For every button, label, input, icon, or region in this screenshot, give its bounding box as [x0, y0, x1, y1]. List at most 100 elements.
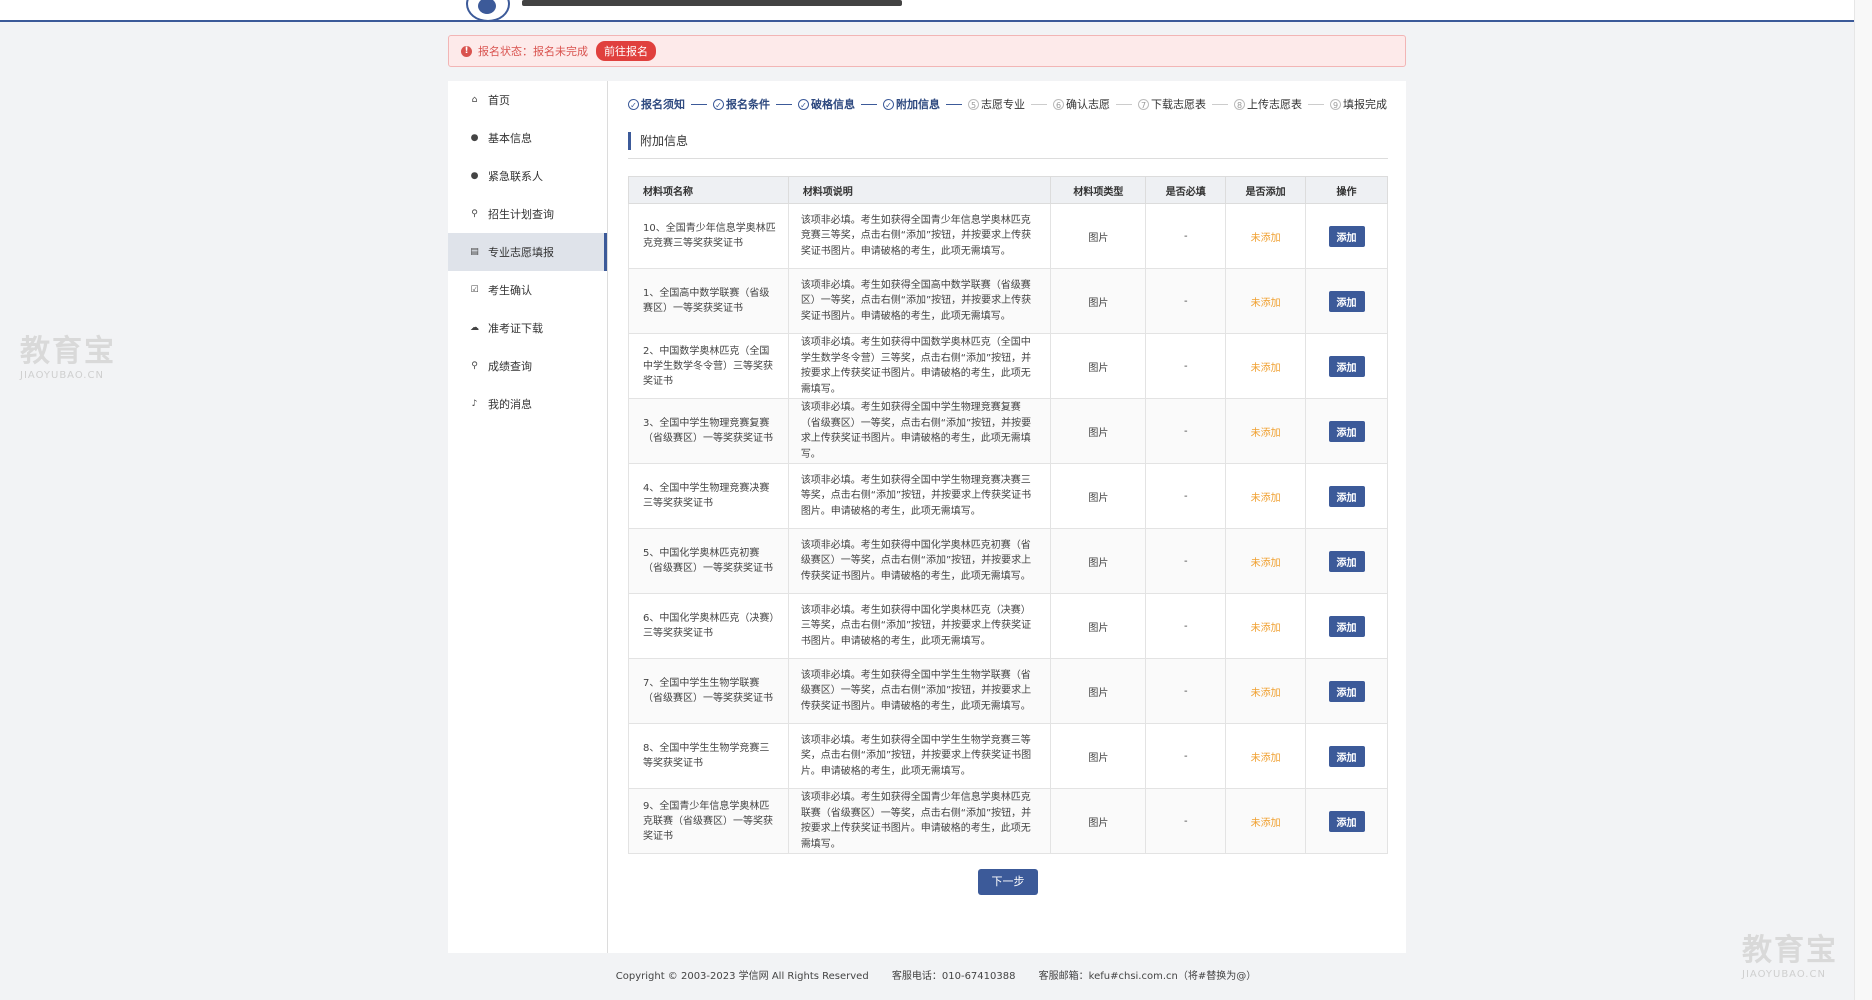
- go-register-button[interactable]: 前往报名: [596, 41, 656, 61]
- material-name-cell: 3、全国中学生物理竞赛复赛（省级赛区）一等奖获奖证书: [628, 398, 789, 464]
- check-circle-icon: ✓: [798, 98, 809, 110]
- add-button[interactable]: 添加: [1328, 615, 1365, 637]
- copyright-text: Copyright © 2003-2023 学信网 All Rights Res…: [615, 971, 869, 982]
- progress-step-label: 附加信息: [896, 98, 940, 111]
- material-type-cell: 图片: [1050, 463, 1147, 529]
- add-button[interactable]: 添加: [1328, 550, 1365, 572]
- site-title-cropped: [522, 0, 902, 6]
- required-cell: -: [1145, 268, 1227, 334]
- added-status-cell: 未添加: [1225, 528, 1307, 594]
- sidebar-item[interactable]: ⌂ 首页: [448, 81, 607, 119]
- scrollbar[interactable]: [1854, 0, 1872, 1000]
- search-icon: ⚲: [471, 209, 478, 219]
- sidebar-item[interactable]: ☑ 考生确认: [448, 271, 607, 309]
- table-row: 2、中国数学奥林匹克（全国中学生数学冬令营）三等奖获奖证书 该项非必填。考生如获得…: [628, 333, 1388, 399]
- material-desc-cell: 该项非必填。考生如获得中国化学奥林匹克（决赛）三等奖，点击右侧“添加”按钮，并按…: [787, 593, 1052, 659]
- section-title: 附加信息: [628, 132, 688, 150]
- add-button[interactable]: 添加: [1328, 810, 1365, 832]
- add-button[interactable]: 添加: [1328, 290, 1365, 312]
- material-type-cell: 图片: [1050, 203, 1147, 269]
- add-button[interactable]: 添加: [1328, 225, 1365, 247]
- sidebar-item-label: 招生计划查询: [488, 208, 554, 221]
- step-connector: [1031, 103, 1047, 105]
- action-cell: 添加: [1305, 398, 1388, 464]
- added-status-cell: 未添加: [1225, 268, 1307, 334]
- material-desc-cell: 该项非必填。考生如获得全国青少年信息学奥林匹克联赛（省级赛区）一等奖，点击右侧“…: [787, 788, 1052, 854]
- action-cell: 添加: [1305, 723, 1388, 789]
- progress-step: 8 上传志愿表: [1234, 96, 1330, 112]
- registration-status-alert: ! 报名状态：报名未完成 前往报名: [448, 35, 1406, 67]
- material-type-cell: 图片: [1050, 723, 1147, 789]
- watermark-subtext: JIAOYUBAO.CN: [1742, 969, 1826, 980]
- search-icon: ⚲: [471, 361, 478, 371]
- added-status-cell: 未添加: [1225, 203, 1307, 269]
- step-connector: [861, 103, 877, 105]
- sidebar-item[interactable]: ▤ 专业志愿填报: [448, 233, 607, 271]
- progress-step: 9 填报完成: [1330, 96, 1387, 112]
- table-row: 1、全国高中数学联赛（省级赛区）一等奖获奖证书 该项非必填。考生如获得全国高中数学…: [628, 268, 1388, 334]
- add-button[interactable]: 添加: [1328, 355, 1365, 377]
- action-cell: 添加: [1305, 788, 1388, 854]
- progress-step-label: 下载志愿表: [1151, 98, 1206, 111]
- col-header-action: 操作: [1305, 176, 1388, 204]
- check-circle-icon: ✓: [628, 98, 639, 110]
- check-circle-icon: ✓: [713, 98, 724, 110]
- status-text: 未添加: [1250, 752, 1281, 764]
- material-type-cell: 图片: [1050, 333, 1147, 399]
- added-status-cell: 未添加: [1225, 463, 1307, 529]
- divider: [628, 158, 1388, 159]
- step-connector: [691, 103, 707, 105]
- material-name-cell: 2、中国数学奥林匹克（全国中学生数学冬令营）三等奖获奖证书: [628, 333, 789, 399]
- status-text: 未添加: [1250, 622, 1281, 634]
- progress-step: 6 确认志愿: [1053, 96, 1138, 112]
- service-email: 客服邮箱：kefu#chsi.com.cn（将#替换为@）: [1038, 971, 1257, 982]
- step-connector: [1116, 103, 1132, 105]
- status-text: 未添加: [1250, 232, 1281, 244]
- material-desc-cell: 该项非必填。考生如获得全国青少年信息学奥林匹克竞赛三等奖，点击右侧“添加”按钮，…: [787, 203, 1052, 269]
- sidebar-item[interactable]: ☁ 准考证下载: [448, 309, 607, 347]
- watermark-text: 教育宝: [20, 334, 116, 369]
- progress-step: 7 下载志愿表: [1138, 96, 1234, 112]
- sidebar-item[interactable]: ⚲ 成绩查询: [448, 347, 607, 385]
- step-number-icon: 7: [1138, 98, 1149, 110]
- registration-status-text: 报名状态：报名未完成: [478, 45, 588, 58]
- material-name-cell: 6、中国化学奥林匹克（决赛）三等奖获奖证书: [628, 593, 789, 659]
- table-row: 3、全国中学生物理竞赛复赛（省级赛区）一等奖获奖证书 该项非必填。考生如获得全国中…: [628, 398, 1388, 464]
- add-button[interactable]: 添加: [1328, 745, 1365, 767]
- material-name-cell: 4、全国中学生物理竞赛决赛三等奖获奖证书: [628, 463, 789, 529]
- next-step-button[interactable]: 下一步: [978, 869, 1038, 895]
- add-button[interactable]: 添加: [1328, 680, 1365, 702]
- step-connector: [1212, 103, 1228, 105]
- sidebar-item[interactable]: ♪ 我的消息: [448, 385, 607, 423]
- progress-step-label: 志愿专业: [981, 98, 1025, 111]
- required-cell: -: [1145, 463, 1227, 529]
- status-text: 未添加: [1250, 427, 1281, 439]
- progress-step: ✓ 报名条件: [713, 96, 798, 112]
- add-button[interactable]: 添加: [1328, 420, 1365, 442]
- action-cell: 添加: [1305, 203, 1388, 269]
- form-icon: ▤: [470, 247, 479, 257]
- step-number-icon: 9: [1330, 98, 1341, 110]
- required-cell: -: [1145, 658, 1227, 724]
- added-status-cell: 未添加: [1225, 723, 1307, 789]
- sidebar-item[interactable]: ⚲ 招生计划查询: [448, 195, 607, 233]
- add-button[interactable]: 添加: [1328, 485, 1365, 507]
- sidebar-item[interactable]: ● 基本信息: [448, 119, 607, 157]
- table-row: 7、全国中学生生物学联赛（省级赛区）一等奖获奖证书 该项非必填。考生如获得全国中学…: [628, 658, 1388, 724]
- material-type-cell: 图片: [1050, 788, 1147, 854]
- sidebar-item[interactable]: ● 紧急联系人: [448, 157, 607, 195]
- site-logo[interactable]: [466, 0, 510, 22]
- sidebar-item-label: 考生确认: [488, 284, 532, 297]
- progress-step: ✓ 报名须知: [628, 96, 713, 112]
- table-row: 5、中国化学奥林匹克初赛（省级赛区）一等奖获奖证书 该项非必填。考生如获得中国化学…: [628, 528, 1388, 594]
- action-cell: 添加: [1305, 593, 1388, 659]
- required-cell: -: [1145, 398, 1227, 464]
- action-cell: 添加: [1305, 528, 1388, 594]
- action-cell: 添加: [1305, 333, 1388, 399]
- required-cell: -: [1145, 528, 1227, 594]
- material-type-cell: 图片: [1050, 593, 1147, 659]
- table-row: 10、全国青少年信息学奥林匹克竞赛三等奖获奖证书 该项非必填。考生如获得全国青少年…: [628, 203, 1388, 269]
- main-panel: ✓ 报名须知 ✓ 报名条件 ✓ 破格信息 ✓ 附加信息 5 志愿专业 6 确认志愿 7 下载志愿表 8 上传志…: [608, 81, 1406, 953]
- added-status-cell: 未添加: [1225, 788, 1307, 854]
- col-header-name: 材料项名称: [628, 176, 789, 204]
